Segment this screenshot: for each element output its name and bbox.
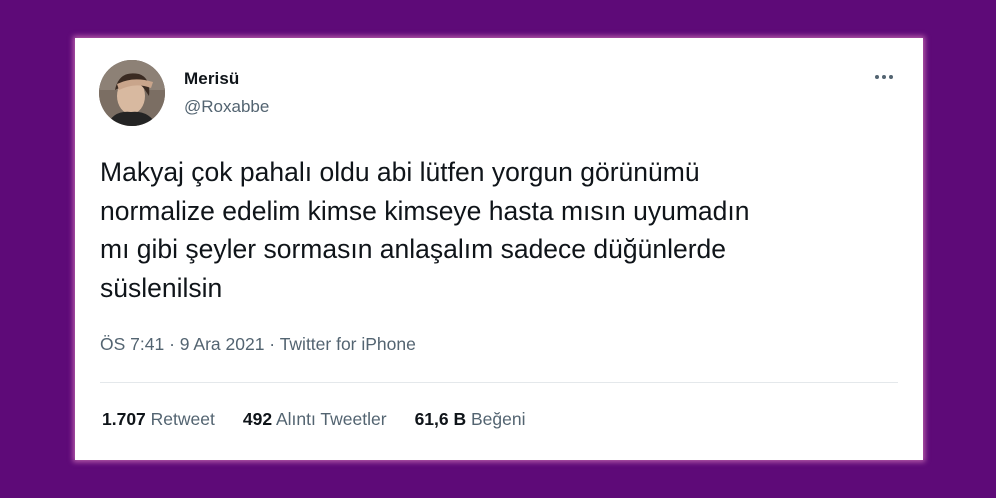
divider [100, 382, 898, 383]
more-horizontal-icon-dot [889, 75, 893, 79]
retweets-label: Retweet [150, 409, 215, 429]
likes-label: Beğeni [471, 409, 526, 429]
tweet-time[interactable]: ÖS 7:41 [100, 334, 164, 354]
author-display-name[interactable]: Merisü [184, 69, 239, 89]
quotes-count: 492 [242, 409, 273, 429]
likes-count: 61,6 B [414, 409, 467, 429]
tweet-text: Makyaj çok pahalı oldu abi lütfen yorgun… [100, 157, 750, 303]
quotes-stat[interactable]: 492 Alıntı Tweetler [243, 409, 387, 430]
tweet-stats: 1.707 Retweet 492 Alıntı Tweetler 61,6 B… [102, 409, 526, 430]
avatar-photo [99, 60, 165, 126]
author-handle[interactable]: @Roxabbe [184, 97, 269, 117]
retweets-stat[interactable]: 1.707 Retweet [102, 409, 215, 430]
meta-separator: · [264, 334, 280, 354]
avatar[interactable] [99, 60, 165, 126]
tweet-source[interactable]: Twitter for iPhone [280, 334, 416, 354]
tweet-card: Merisü @Roxabbe Makyaj çok pahalı oldu a… [75, 38, 923, 460]
likes-stat[interactable]: 61,6 B Beğeni [415, 409, 526, 430]
quotes-label: Alıntı Tweetler [275, 409, 387, 429]
more-horizontal-icon-dot [875, 75, 879, 79]
more-horizontal-icon-dot [882, 75, 886, 79]
retweets-count: 1.707 [102, 409, 146, 429]
tweet-date[interactable]: 9 Ara 2021 [180, 334, 265, 354]
meta-separator: · [164, 334, 180, 354]
more-options-button[interactable] [871, 64, 897, 90]
tweet-metadata: ÖS 7:41 · 9 Ara 2021 · Twitter for iPhon… [100, 334, 416, 355]
